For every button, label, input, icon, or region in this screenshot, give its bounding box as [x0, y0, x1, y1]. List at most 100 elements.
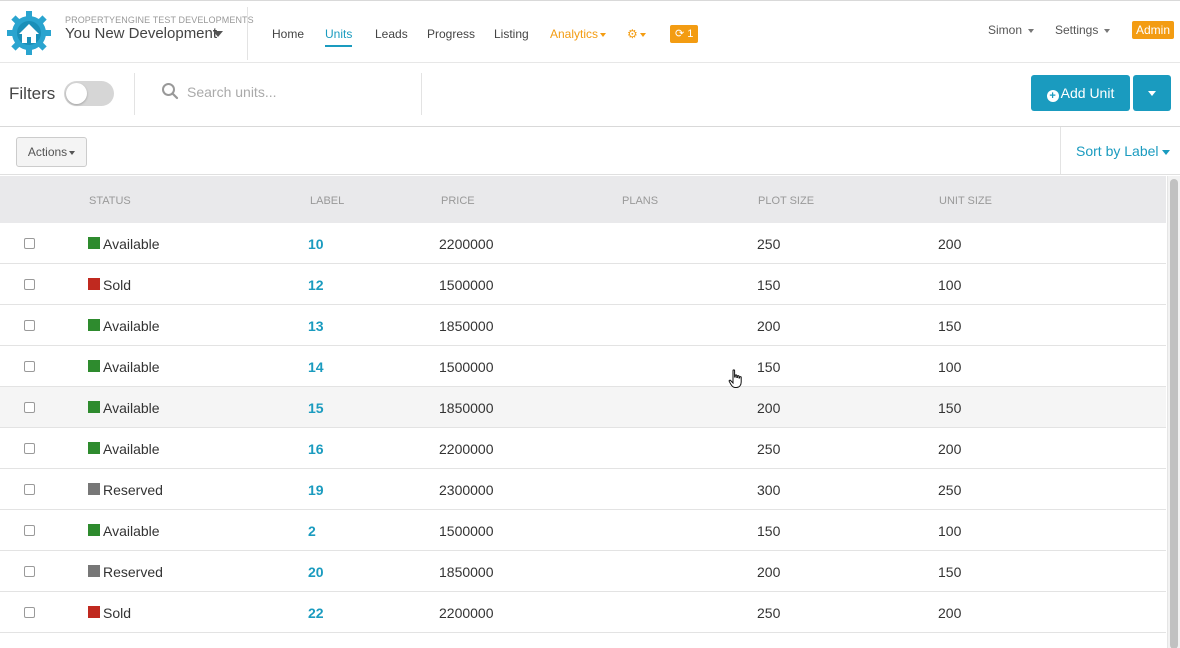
add-unit-label: Add Unit: [1060, 85, 1115, 101]
actions-bar: Actions Sort by Label: [0, 127, 1180, 175]
unit-size-cell: 150: [938, 564, 962, 580]
price-cell: 2300000: [439, 482, 494, 498]
user-name: Simon: [988, 23, 1023, 37]
filters-label: Filters: [9, 84, 56, 103]
filter-bar: Filters +Add Unit: [0, 63, 1180, 127]
column-header-price[interactable]: PRICE: [441, 195, 475, 207]
caret-down-icon: [69, 150, 76, 155]
table-row[interactable]: Available 15 1850000 200 150: [0, 387, 1166, 428]
table-row[interactable]: Available 10 2200000 250 200: [0, 223, 1166, 264]
filters-toggle[interactable]: [64, 81, 114, 106]
development-selector[interactable]: You New Development: [65, 25, 217, 42]
nav-analytics[interactable]: Analytics: [550, 27, 607, 41]
caret-down-icon: [600, 32, 607, 37]
row-checkbox[interactable]: [24, 443, 35, 454]
gear-menu-button[interactable]: ⚙: [627, 27, 646, 41]
row-checkbox[interactable]: [24, 361, 35, 372]
caret-down-icon: [639, 32, 646, 37]
row-checkbox[interactable]: [24, 402, 35, 413]
sync-icon: ⟳: [675, 28, 685, 40]
plot-size-cell: 200: [757, 400, 781, 416]
status-cell: Available: [103, 359, 160, 375]
unit-size-cell: 100: [938, 359, 962, 375]
house-gear-logo-icon[interactable]: [6, 10, 52, 56]
price-cell: 1500000: [439, 523, 494, 539]
table-row[interactable]: Available 16 2200000 250 200: [0, 428, 1166, 469]
admin-badge[interactable]: Admin: [1132, 21, 1175, 39]
unit-label-link[interactable]: 10: [308, 236, 324, 252]
table-row[interactable]: Available 14 1500000 150 100: [0, 346, 1166, 387]
table-row[interactable]: Reserved 20 1850000 200 150: [0, 551, 1166, 592]
settings-menu[interactable]: Settings: [1055, 23, 1111, 37]
price-cell: 1500000: [439, 359, 494, 375]
status-color-swatch: [88, 524, 100, 536]
caret-down-icon: [1104, 28, 1111, 33]
price-cell: 1850000: [439, 564, 494, 580]
status-color-swatch: [88, 442, 100, 454]
vertical-scrollbar[interactable]: [1167, 176, 1180, 648]
nav-divider: [247, 7, 248, 60]
scrollbar-thumb[interactable]: [1170, 179, 1178, 648]
row-checkbox[interactable]: [24, 320, 35, 331]
row-checkbox[interactable]: [24, 238, 35, 249]
add-unit-button[interactable]: + Add Unit: [1031, 75, 1130, 111]
nav-home[interactable]: Home: [272, 27, 304, 41]
table-row[interactable]: Available 13 1850000 200 150: [0, 305, 1166, 346]
table-row[interactable]: Reserved 19 2300000 300 250: [0, 469, 1166, 510]
sync-button[interactable]: ⟳ 1: [670, 25, 699, 43]
units-table: STATUS LABEL PRICE PLANS PLOT SIZE UNIT …: [0, 176, 1166, 648]
column-header-plot-size[interactable]: PLOT SIZE: [758, 195, 814, 207]
unit-label-link[interactable]: 15: [308, 400, 324, 416]
unit-label-link[interactable]: 2: [308, 523, 316, 539]
unit-size-cell: 150: [938, 318, 962, 334]
price-cell: 1850000: [439, 400, 494, 416]
row-checkbox[interactable]: [24, 525, 35, 536]
unit-label-link[interactable]: 13: [308, 318, 324, 334]
unit-label-link[interactable]: 19: [308, 482, 324, 498]
sort-dropdown[interactable]: Sort by Label: [1076, 143, 1170, 159]
row-checkbox[interactable]: [24, 279, 35, 290]
plot-size-cell: 250: [757, 605, 781, 621]
actions-label: Actions: [27, 145, 68, 159]
table-row[interactable]: Sold 22 2200000 250 200: [0, 592, 1166, 633]
nav-leads[interactable]: Leads: [375, 27, 408, 41]
search-input[interactable]: [187, 81, 412, 103]
nav-listing[interactable]: Listing: [494, 27, 529, 41]
status-color-swatch: [88, 278, 100, 290]
nav-progress[interactable]: Progress: [427, 27, 475, 41]
table-row[interactable]: Available 2 1500000 150 100: [0, 510, 1166, 551]
table-row[interactable]: Sold 12 1500000 150 100: [0, 264, 1166, 305]
caret-down-icon: [1028, 28, 1035, 33]
unit-label-link[interactable]: 14: [308, 359, 324, 375]
column-header-unit-size[interactable]: UNIT SIZE: [939, 195, 992, 207]
sync-count: 1: [687, 28, 694, 40]
status-cell: Reserved: [103, 564, 163, 580]
table-header: STATUS LABEL PRICE PLANS PLOT SIZE UNIT …: [0, 176, 1166, 223]
plot-size-cell: 150: [757, 523, 781, 539]
column-header-label[interactable]: LABEL: [310, 195, 344, 207]
hand-pointer-cursor-icon: [728, 369, 742, 388]
nav-units[interactable]: Units: [325, 27, 352, 41]
unit-label-link[interactable]: 12: [308, 277, 324, 293]
user-menu[interactable]: Simon: [988, 23, 1035, 37]
add-unit-dropdown-button[interactable]: [1133, 75, 1171, 111]
status-color-swatch: [88, 319, 100, 331]
unit-label-link[interactable]: 16: [308, 441, 324, 457]
unit-label-link[interactable]: 22: [308, 605, 324, 621]
row-checkbox[interactable]: [24, 484, 35, 495]
unit-size-cell: 200: [938, 236, 962, 252]
actions-dropdown-button[interactable]: Actions: [16, 137, 87, 167]
toggle-knob: [66, 83, 87, 104]
unit-label-link[interactable]: 20: [308, 564, 324, 580]
divider: [134, 73, 135, 115]
row-checkbox[interactable]: [24, 607, 35, 618]
chevron-down-icon[interactable]: [213, 31, 223, 37]
row-checkbox[interactable]: [24, 566, 35, 577]
column-header-plans[interactable]: PLANS: [622, 195, 658, 207]
price-cell: 1500000: [439, 277, 494, 293]
gear-icon: ⚙: [627, 27, 638, 41]
settings-label: Settings: [1055, 23, 1099, 37]
plot-size-cell: 200: [757, 318, 781, 334]
column-header-status[interactable]: STATUS: [89, 195, 131, 207]
plot-size-cell: 150: [757, 277, 781, 293]
